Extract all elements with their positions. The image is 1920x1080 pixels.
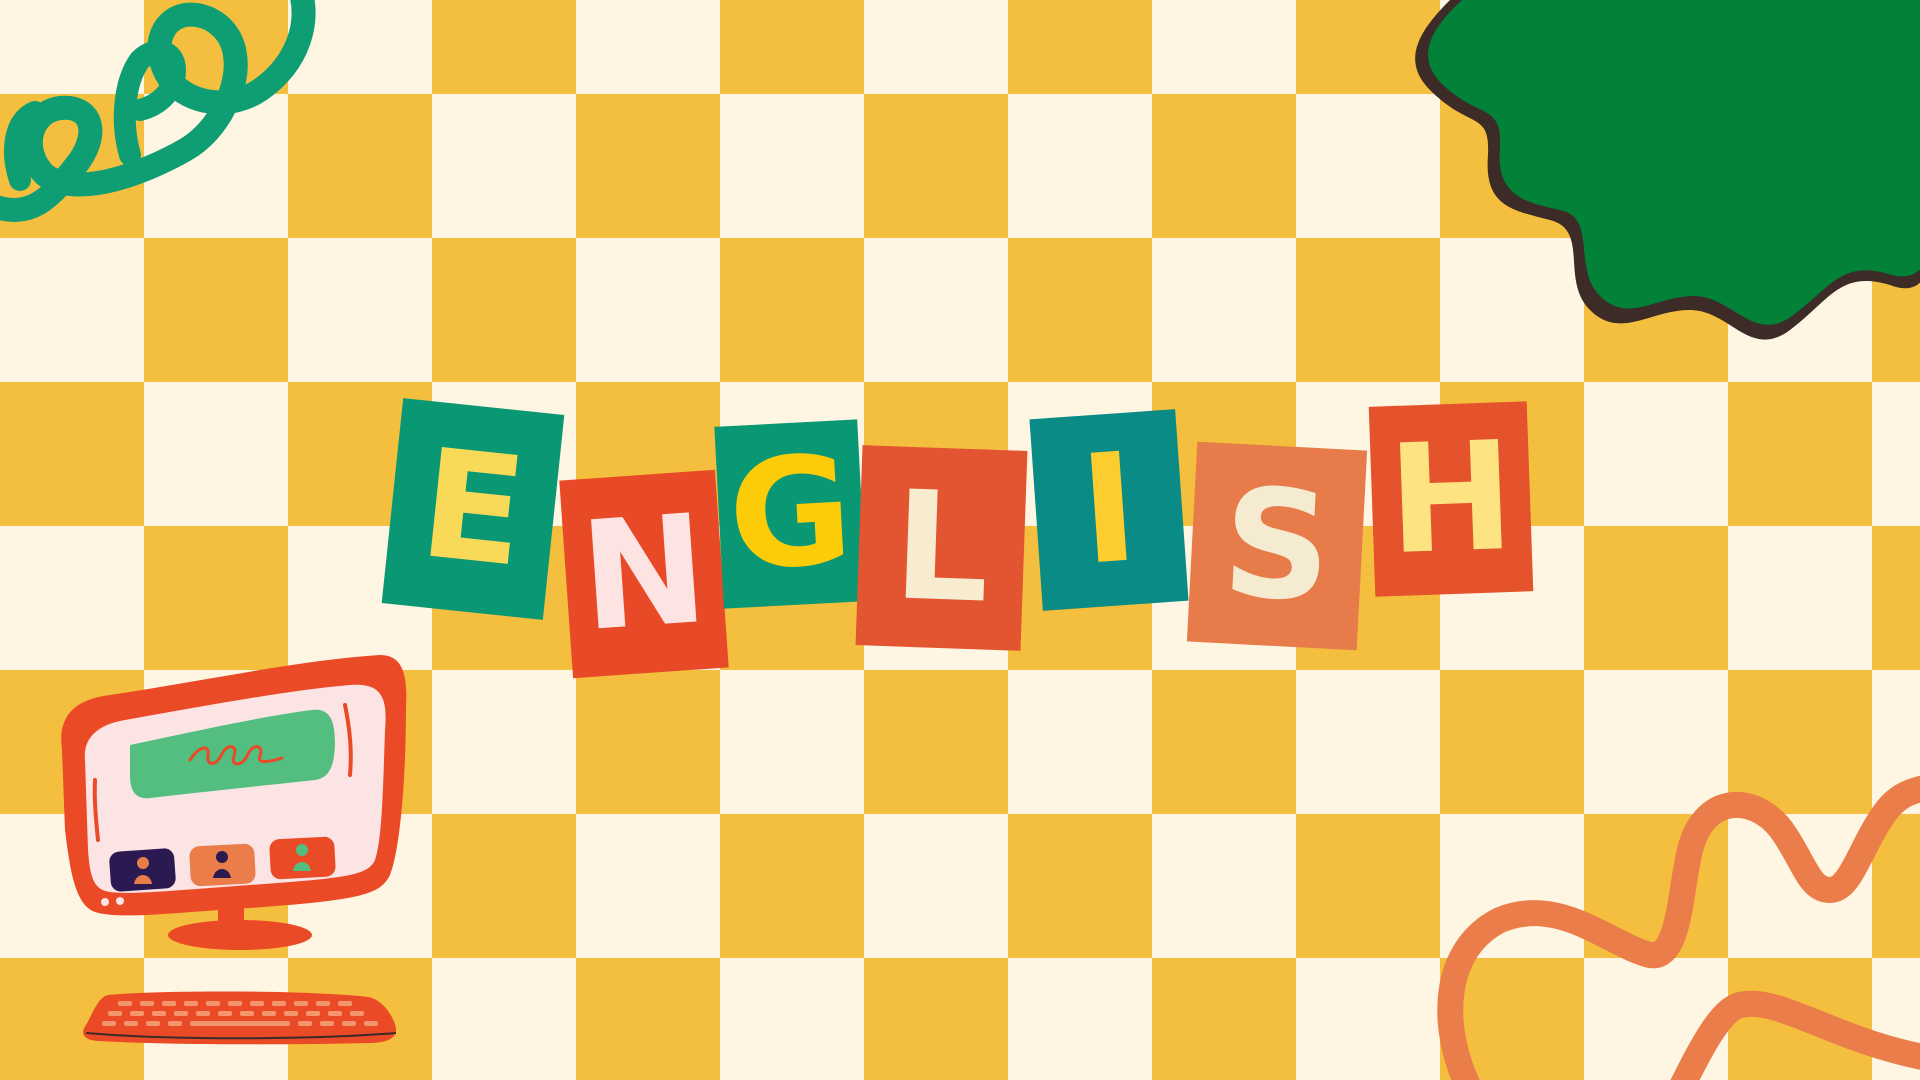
title-tile-s: S	[1186, 441, 1368, 651]
title-tile-e: E	[381, 398, 565, 620]
title-letter-e: E	[412, 417, 534, 601]
squiggle-line-shape	[1437, 775, 1920, 1080]
title-tile-l: L	[855, 445, 1028, 651]
title-letter-l: L	[890, 459, 993, 637]
title-letter-h: H	[1385, 409, 1517, 589]
title-tile-g: G	[714, 419, 867, 609]
title-tile-h: H	[1368, 401, 1534, 597]
title-letter-s: S	[1218, 456, 1336, 636]
keyboard-icon	[83, 991, 397, 1045]
title-tile-i: I	[1029, 409, 1189, 611]
title-letter-g: G	[724, 423, 857, 605]
title-tile-n: N	[559, 469, 729, 679]
wavy-blob-shape	[1415, 0, 1920, 340]
title-letter-i: I	[1075, 421, 1143, 599]
coil-spring-icon	[0, 0, 316, 222]
title-letter-n: N	[575, 482, 713, 666]
computer-monitor-icon	[61, 655, 407, 950]
